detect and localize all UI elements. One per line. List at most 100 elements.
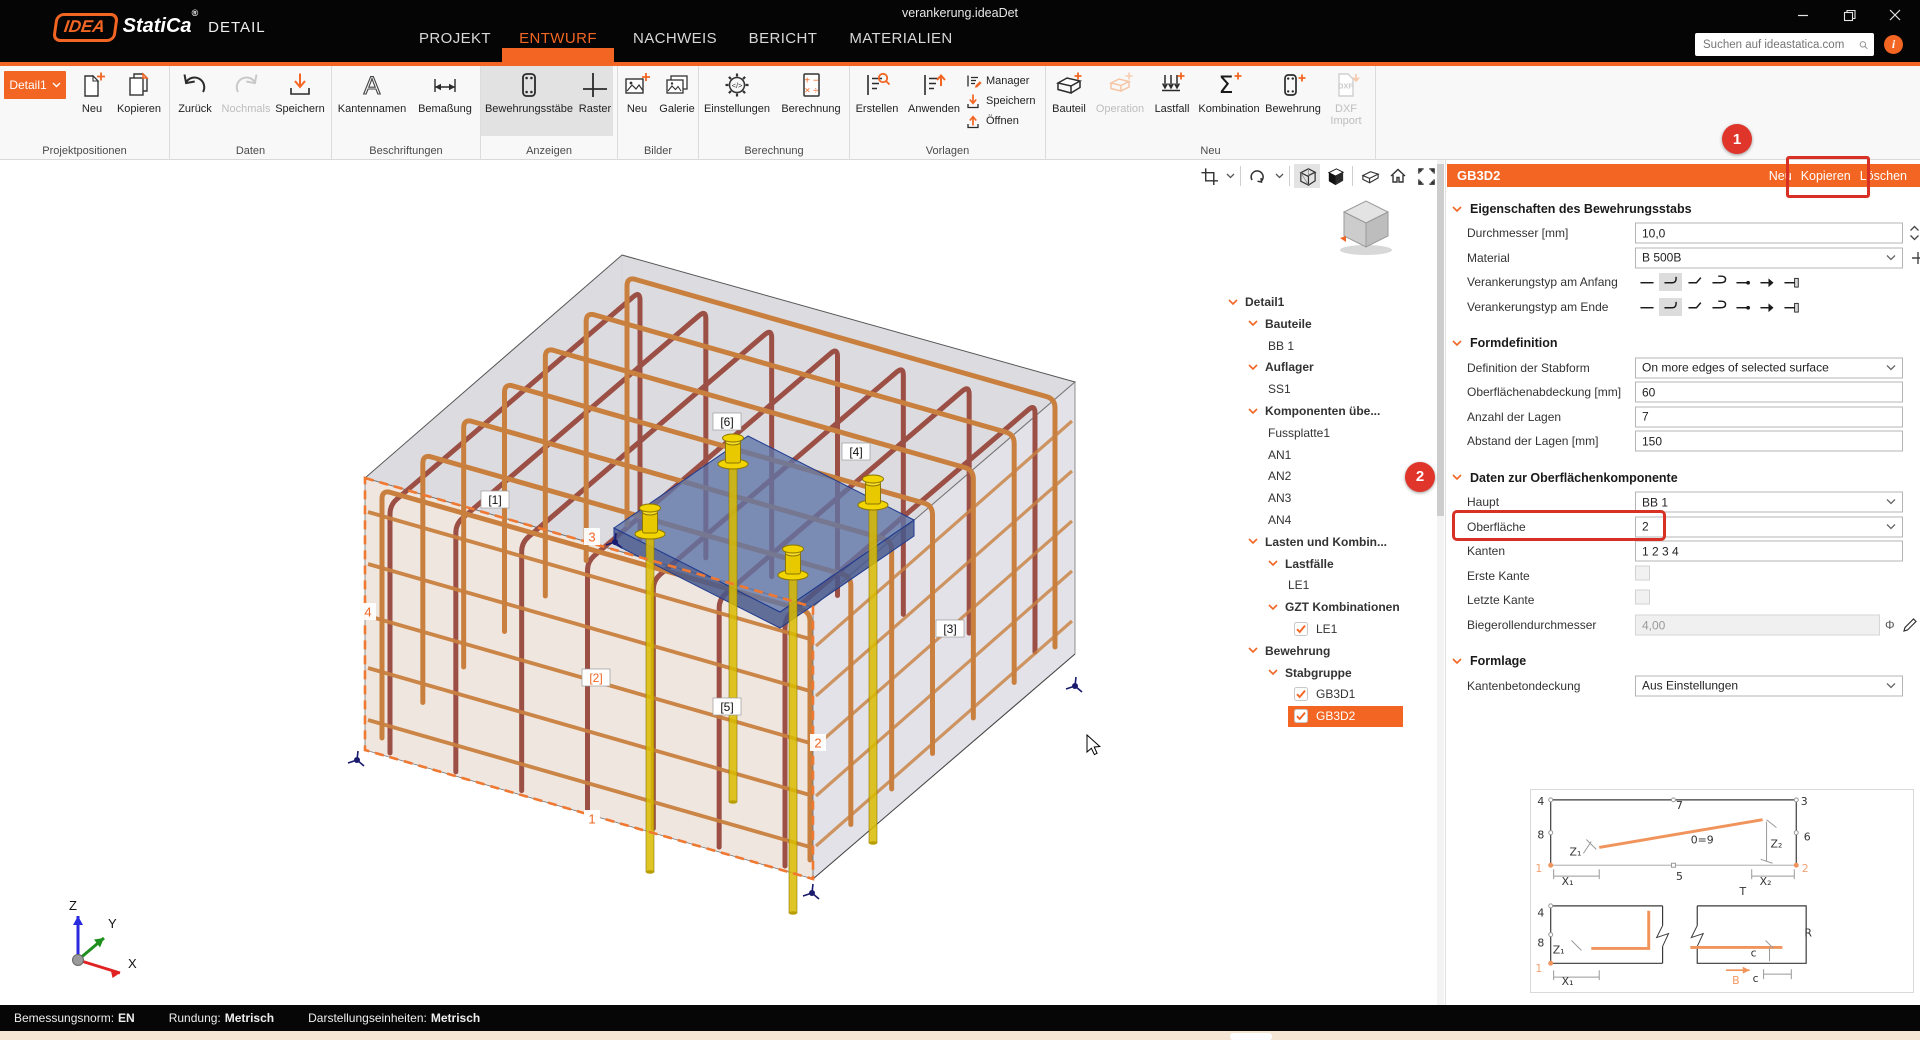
status-bemessungsnorm-[interactable]: Bemessungsnorm:EN <box>14 1011 135 1025</box>
chevron-down-icon[interactable] <box>1224 164 1236 188</box>
select-definition-der-stabform[interactable]: On more edges of selected surface <box>1635 357 1903 378</box>
tree-item-lasten-und-kombin-[interactable]: Lasten und Kombin... <box>1248 532 1387 552</box>
home-view-icon[interactable] <box>1385 164 1411 188</box>
tree-item-komponenten-be-[interactable]: Komponenten übe... <box>1248 401 1380 421</box>
chevron-down-icon[interactable] <box>1248 647 1258 654</box>
tree-item-detail1[interactable]: Detail1 <box>1228 292 1284 312</box>
chevron-down-icon[interactable] <box>1228 299 1238 306</box>
wireframe-cube-icon[interactable] <box>1294 164 1320 188</box>
crop-view-icon[interactable] <box>1196 164 1222 188</box>
scrollbar-thumb[interactable] <box>1437 164 1444 516</box>
chevron-down-icon[interactable] <box>1268 669 1278 676</box>
tree-item-fussplatte1[interactable]: Fussplatte1 <box>1268 423 1330 443</box>
input-oberflächenabdeckung-mm-[interactable]: 60 <box>1635 382 1903 403</box>
tree-item-an4[interactable]: AN4 <box>1268 510 1291 530</box>
tree-scrollbar[interactable] <box>1437 160 1444 1005</box>
anchorage-type-1-icon[interactable] <box>1635 298 1658 316</box>
select-kantenbetondeckung[interactable]: Aus Einstellungen <box>1635 675 1903 696</box>
anchorage-type-7-icon[interactable] <box>1779 298 1802 316</box>
neu-button[interactable]: Neu <box>70 66 114 136</box>
berechnung-button[interactable]: + −× ÷Berechnung <box>775 66 847 136</box>
chevron-down-icon[interactable] <box>1248 364 1258 371</box>
viewport-canvas[interactable]: 3421[1][6][4][3][5][2]ZYX Detail1Bauteil… <box>0 160 1445 1005</box>
chevron-down-icon[interactable] <box>1248 538 1258 545</box>
solid-cube-icon[interactable] <box>1322 164 1348 188</box>
bauteil-button[interactable]: Bauteil <box>1046 66 1092 136</box>
anwenden-button[interactable]: Anwenden <box>904 66 964 136</box>
anchorage-type-4-icon[interactable] <box>1707 273 1730 291</box>
anchorage-type-2-icon[interactable] <box>1659 298 1682 316</box>
section-collapse-icon[interactable] <box>1452 658 1462 665</box>
checkbox-icon[interactable] <box>1294 709 1308 723</box>
anchorage-type-5-icon[interactable] <box>1731 273 1754 291</box>
input-durchmesser-mm-[interactable]: 10,0 <box>1635 223 1903 244</box>
öffnen-button[interactable]: Öffnen <box>964 112 1044 129</box>
galerie-button[interactable]: Galerie <box>656 66 698 136</box>
anchorage-type-4-icon[interactable] <box>1707 298 1730 316</box>
anchorage-type-5-icon[interactable] <box>1731 298 1754 316</box>
bemaßung-button[interactable]: Bemaßung <box>412 66 478 136</box>
rotate-view-icon[interactable] <box>1245 164 1271 188</box>
chevron-down-icon[interactable] <box>1248 320 1258 327</box>
restore-button[interactable] <box>1832 4 1866 26</box>
tree-item-le1[interactable]: LE1 <box>1288 575 1309 595</box>
info-button[interactable]: i <box>1884 35 1903 54</box>
neu-button[interactable]: Neu <box>618 66 656 136</box>
anchorage-type-3-icon[interactable] <box>1683 298 1706 316</box>
project-selector[interactable]: Detail1 <box>4 71 66 99</box>
search-box[interactable] <box>1695 33 1874 56</box>
kopieren-button[interactable]: Kopieren <box>114 66 164 136</box>
tab-entwurf[interactable]: ENTWURF <box>519 30 597 47</box>
checkbox-erste-kante[interactable] <box>1635 565 1650 580</box>
zurück-button[interactable]: Zurück <box>170 66 220 136</box>
tree-item-auflager[interactable]: Auflager <box>1248 357 1314 377</box>
tree-item-gb3d1[interactable]: GB3D1 <box>1294 684 1355 704</box>
erstellen-button[interactable]: Erstellen <box>850 66 904 136</box>
viewport-3d-scene[interactable]: 3421[1][6][4][3][5][2]ZYX <box>0 160 1445 1005</box>
select-material[interactable]: B 500B <box>1635 247 1903 268</box>
tab-materialien[interactable]: MATERIALIEN <box>849 30 952 47</box>
tree-item-ss1[interactable]: SS1 <box>1268 379 1291 399</box>
tree-item-gzt-kombinationen[interactable]: GZT Kombinationen <box>1268 597 1400 617</box>
search-input[interactable] <box>1701 38 1859 52</box>
bewehrung-button[interactable]: Bewehrung <box>1262 66 1324 136</box>
tree-item-gb3d2[interactable]: GB3D2 <box>1294 706 1355 726</box>
kantennamen-button[interactable]: AKantennamen <box>332 66 412 136</box>
tree-item-le1[interactable]: LE1 <box>1294 619 1337 639</box>
select-haupt[interactable]: BB 1 <box>1635 492 1903 513</box>
speichern-button[interactable]: Speichern <box>272 66 328 136</box>
tree-item-an3[interactable]: AN3 <box>1268 488 1291 508</box>
input-kanten[interactable]: 1 2 3 4 <box>1635 541 1903 562</box>
section-collapse-icon[interactable] <box>1452 474 1462 481</box>
input-abstand-der-lagen-mm-[interactable]: 150 <box>1635 431 1903 452</box>
section-collapse-icon[interactable] <box>1452 206 1462 213</box>
lastfall-button[interactable]: Lastfall <box>1148 66 1196 136</box>
minimize-button[interactable] <box>1786 4 1820 26</box>
tree-item-stabgruppe[interactable]: Stabgruppe <box>1268 663 1352 683</box>
close-button[interactable] <box>1878 4 1912 26</box>
status-rundung-[interactable]: Rundung:Metrisch <box>169 1011 274 1025</box>
diameter-pencil-icons[interactable]: Φ <box>1885 617 1918 633</box>
anchorage-type-1-icon[interactable] <box>1635 273 1658 291</box>
stepper-icon[interactable] <box>1909 224 1920 242</box>
checkbox-letzte-kante[interactable] <box>1635 590 1650 605</box>
anchorage-type-6-icon[interactable] <box>1755 273 1778 291</box>
tree-item-bb-1[interactable]: BB 1 <box>1268 336 1294 356</box>
anchorage-type-2-icon[interactable] <box>1659 273 1682 291</box>
tree-item-an1[interactable]: AN1 <box>1268 445 1291 465</box>
checkbox-icon[interactable] <box>1294 622 1308 636</box>
chevron-down-icon[interactable] <box>1268 560 1278 567</box>
add-material-icon[interactable] <box>1911 251 1920 265</box>
input-anzahl-der-lagen[interactable]: 7 <box>1635 406 1903 427</box>
tree-item-bewehrung[interactable]: Bewehrung <box>1248 641 1330 661</box>
tab-projekt[interactable]: PROJEKT <box>419 30 491 47</box>
anchorage-type-3-icon[interactable] <box>1683 273 1706 291</box>
section-collapse-icon[interactable] <box>1452 340 1462 347</box>
chevron-down-icon[interactable] <box>1273 164 1285 188</box>
tree-item-an2[interactable]: AN2 <box>1268 466 1291 486</box>
tree-item-lastf-lle[interactable]: Lastfälle <box>1268 554 1334 574</box>
chevron-down-icon[interactable] <box>1248 408 1258 415</box>
tree-item-bauteile[interactable]: Bauteile <box>1248 314 1312 334</box>
clip-box-icon[interactable] <box>1357 164 1383 188</box>
einstellungen-button[interactable]: </>Einstellungen <box>699 66 775 136</box>
